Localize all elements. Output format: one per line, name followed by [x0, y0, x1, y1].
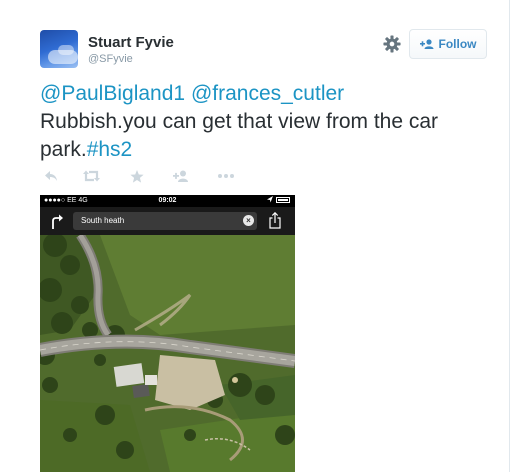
- more-icon[interactable]: [217, 167, 235, 185]
- map-search-bar: South heath ×: [40, 207, 295, 235]
- tweet-media-photo[interactable]: ●●●●○ EE 4G 09:02 South heath ×: [40, 195, 295, 472]
- phone-status-bar: ●●●●○ EE 4G 09:02: [40, 195, 295, 207]
- retweet-icon[interactable]: [83, 167, 100, 185]
- author-name[interactable]: Stuart Fyvie: [88, 34, 174, 51]
- directions-icon[interactable]: [50, 213, 64, 229]
- map-search-input[interactable]: South heath: [73, 212, 257, 230]
- add-user-icon: [419, 39, 433, 49]
- follow-button[interactable]: Follow: [409, 29, 487, 59]
- favorite-icon[interactable]: [130, 167, 144, 185]
- mention-link[interactable]: @PaulBigland1: [40, 82, 185, 105]
- column-divider: [509, 0, 510, 472]
- avatar[interactable]: [40, 30, 78, 68]
- clear-icon[interactable]: ×: [243, 215, 254, 226]
- mention-link[interactable]: @frances_cutler: [191, 82, 344, 105]
- share-icon[interactable]: [269, 212, 281, 229]
- follow-icon[interactable]: [173, 167, 189, 185]
- gear-icon[interactable]: [383, 35, 401, 53]
- location-icon: [267, 196, 273, 203]
- follow-label: Follow: [438, 37, 477, 51]
- battery-icon: [276, 196, 290, 203]
- hashtag-link[interactable]: #hs2: [87, 138, 133, 161]
- reply-icon[interactable]: [44, 167, 58, 185]
- status-time: 09:02: [158, 197, 177, 204]
- aerial-map-image: [40, 235, 295, 472]
- author-handle[interactable]: @SFyvie: [88, 53, 133, 65]
- tweet-text: @PaulBigland1 @frances_cutler Rubbish.yo…: [40, 80, 500, 164]
- status-right: [267, 196, 290, 203]
